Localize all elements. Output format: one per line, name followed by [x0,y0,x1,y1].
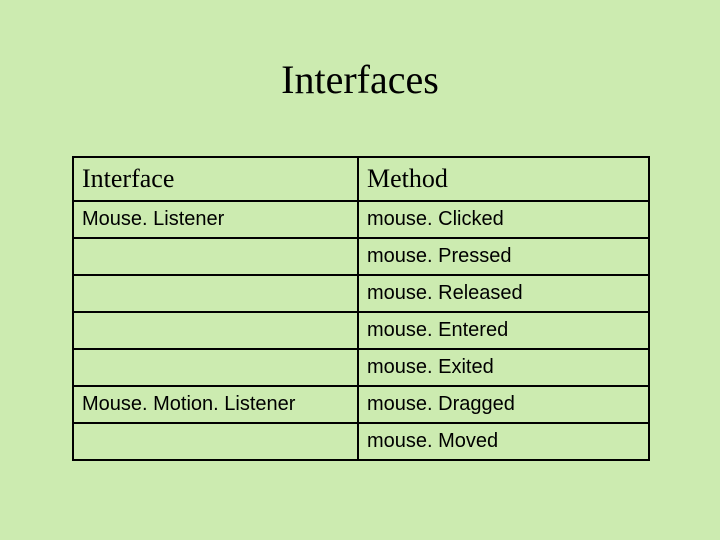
cell-interface [73,312,358,349]
col-header-method: Method [358,157,649,201]
cell-method: mouse. Pressed [358,238,649,275]
cell-interface [73,423,358,460]
cell-interface: Mouse. Listener [73,201,358,238]
cell-method: mouse. Exited [358,349,649,386]
cell-method: mouse. Entered [358,312,649,349]
cell-method: mouse. Released [358,275,649,312]
table-header-row: Interface Method [73,157,649,201]
table-row: mouse. Released [73,275,649,312]
table-row: Mouse. Listener mouse. Clicked [73,201,649,238]
cell-interface [73,349,358,386]
table-row: mouse. Exited [73,349,649,386]
slide-title: Interfaces [0,56,720,103]
cell-interface [73,238,358,275]
table-row: Mouse. Motion. Listener mouse. Dragged [73,386,649,423]
cell-interface: Mouse. Motion. Listener [73,386,358,423]
table-row: mouse. Moved [73,423,649,460]
interfaces-table: Interface Method Mouse. Listener mouse. … [72,156,650,461]
cell-method: mouse. Clicked [358,201,649,238]
cell-method: mouse. Dragged [358,386,649,423]
cell-method: mouse. Moved [358,423,649,460]
col-header-interface: Interface [73,157,358,201]
slide: Interfaces Interface Method Mouse. Liste… [0,0,720,540]
table-row: mouse. Pressed [73,238,649,275]
cell-interface [73,275,358,312]
table-row: mouse. Entered [73,312,649,349]
